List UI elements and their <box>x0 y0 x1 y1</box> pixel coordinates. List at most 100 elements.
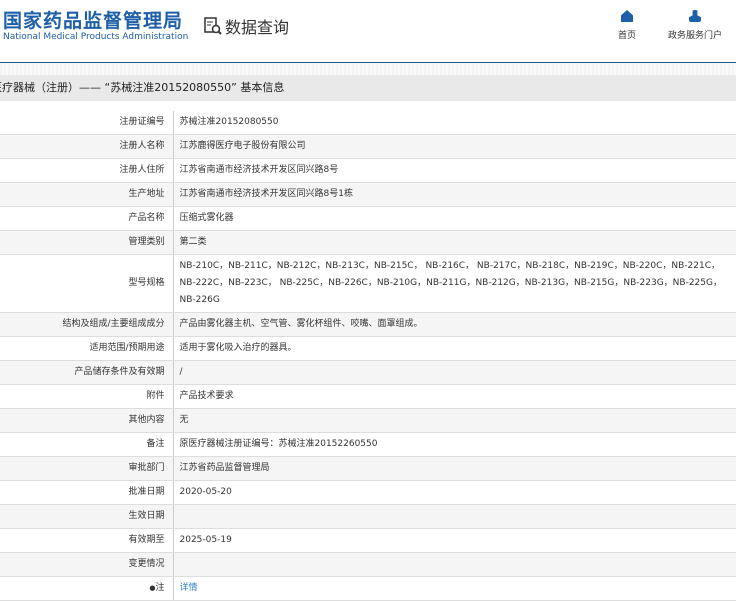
row-label-text: 变更情况 <box>128 559 165 569</box>
row-label-text: 注册人住所 <box>119 165 165 175</box>
nav-portal-label: 政务服务门户 <box>667 31 722 41</box>
table-row: 注册人住所 江苏省南通市经济技术开发区同兴路8号 <box>0 158 736 183</box>
row-value-text: 压缩式雾化器 <box>179 213 234 223</box>
row-value: 产品技术要求 <box>173 384 736 409</box>
row-label: 结构及组成/主要组成成分 <box>0 312 174 337</box>
row-label-text: 注 <box>155 583 165 593</box>
row-value: 无 <box>173 408 736 433</box>
row-label-text: 产品储存条件及有效期 <box>74 367 165 377</box>
table-row: 生效日期 <box>0 504 736 529</box>
page-title: 医疗器械（注册）—— “苏械注准20152080550” 基本信息 <box>0 75 736 101</box>
row-label: 批准日期 <box>0 480 174 505</box>
nav-home[interactable]: 首页 <box>612 10 642 41</box>
table-row: 型号规格 NB-210C，NB-211C，NB-212C，NB-213C，NB-2… <box>0 254 736 313</box>
table-row: 其他内容 无 <box>0 408 736 433</box>
table-row: ●注 详情 <box>0 576 736 601</box>
row-label: 型号规格 <box>0 254 174 313</box>
row-label: 注册人名称 <box>0 134 174 159</box>
info-table: 注册证编号 苏械注准20152080550 注册人名称 江苏鹿得医疗电子股份有限公司注… <box>0 111 736 601</box>
row-label-text: 生产地址 <box>128 189 165 199</box>
nav-service-portal[interactable]: 政务服务门户 <box>664 10 726 41</box>
row-label: 注册人住所 <box>0 158 174 183</box>
row-value-text: NB-210C，NB-211C，NB-212C，NB-213C，NB-215C，… <box>179 261 722 305</box>
table-row: 适用范围/预期用途 适用于雾化吸入治疗的器具。 <box>0 336 736 361</box>
row-value: 2020-05-20 <box>173 480 736 505</box>
user-icon <box>689 10 701 22</box>
row-label-text: 管理类别 <box>128 237 165 247</box>
nav-home-label: 首页 <box>617 31 636 41</box>
divider-stripe <box>0 63 736 75</box>
row-value-text: 产品由雾化器主机、空气管、雾化杯组件、咬嘴、面罩组成。 <box>179 319 423 329</box>
row-value-text: 无 <box>179 415 189 425</box>
row-value-text: 第二类 <box>179 237 207 247</box>
table-row: 生产地址 江苏省南通市经济技术开发区同兴路8号1栋 <box>0 182 736 207</box>
table-row: 审批部门 江苏省药品监督管理局 <box>0 456 736 481</box>
table-row: 产品名称 压缩式雾化器 <box>0 206 736 231</box>
row-label: 生效日期 <box>0 504 174 529</box>
row-label-text: 其他内容 <box>128 415 165 425</box>
row-label-text: 审批部门 <box>128 463 165 473</box>
table-row: 管理类别 第二类 <box>0 230 736 255</box>
row-value: 江苏省药品监督管理局 <box>173 456 736 481</box>
row-value: 原医疗器械注册证编号：苏械注准20152260550 <box>173 432 736 457</box>
table-row: 变更情况 <box>0 552 736 577</box>
row-value <box>173 552 736 577</box>
row-value-text: 江苏省南通市经济技术开发区同兴路8号1栋 <box>179 189 353 199</box>
row-label-text: 适用范围/预期用途 <box>89 343 165 353</box>
row-value-text: 江苏省南通市经济技术开发区同兴路8号 <box>179 165 339 175</box>
data-query-title: 数据查询 <box>203 14 289 38</box>
row-value: 适用于雾化吸入治疗的器具。 <box>173 336 736 361</box>
data-query-label: 数据查询 <box>225 18 290 37</box>
row-value: 江苏省南通市经济技术开发区同兴路8号1栋 <box>173 182 736 207</box>
table-row: 有效期至 2025-05-19 <box>0 528 736 553</box>
row-value: 苏械注准20152080550 <box>173 111 736 135</box>
row-label-text: 批准日期 <box>128 487 165 497</box>
row-label: 管理类别 <box>0 230 174 255</box>
row-label: ●注 <box>0 576 174 601</box>
logo-title[interactable]: 国家药品监督管理局 <box>3 6 183 33</box>
row-label: 附件 <box>0 384 174 409</box>
row-value-text: 2020-05-20 <box>179 487 232 497</box>
row-value-text: 江苏省药品监督管理局 <box>179 463 270 473</box>
row-value-text: 原医疗器械注册证编号：苏械注准20152260550 <box>179 439 378 449</box>
row-label-text: 注册证编号 <box>119 117 165 127</box>
row-value: 详情 <box>173 576 736 601</box>
row-value: 2025-05-19 <box>173 528 736 553</box>
row-value-text: 2025-05-19 <box>179 535 232 545</box>
row-value <box>173 504 736 529</box>
row-label: 产品储存条件及有效期 <box>0 360 174 385</box>
table-row: 产品储存条件及有效期 / <box>0 360 736 385</box>
row-label: 审批部门 <box>0 456 174 481</box>
details-link[interactable]: 详情 <box>180 583 198 593</box>
row-value: 江苏鹿得医疗电子股份有限公司 <box>173 134 736 159</box>
row-value-text: 产品技术要求 <box>179 391 234 401</box>
document-search-icon <box>204 17 222 35</box>
row-value: 江苏省南通市经济技术开发区同兴路8号 <box>173 158 736 183</box>
row-value-text: 江苏鹿得医疗电子股份有限公司 <box>179 141 306 151</box>
row-label: 其他内容 <box>0 408 174 433</box>
row-label-text: 产品名称 <box>128 213 165 223</box>
row-label-text: 型号规格 <box>128 278 165 288</box>
row-label: 产品名称 <box>0 206 174 231</box>
row-value: 压缩式雾化器 <box>173 206 736 231</box>
row-value: 第二类 <box>173 230 736 255</box>
row-label-text: 生效日期 <box>128 511 165 521</box>
row-label: 备注 <box>0 432 174 457</box>
row-label-text: 有效期至 <box>128 535 165 545</box>
table-row: 批准日期 2020-05-20 <box>0 480 736 505</box>
header: 国家药品监督管理局 National Medical Products Admi… <box>0 0 736 63</box>
row-label: 变更情况 <box>0 552 174 577</box>
row-label: 生产地址 <box>0 182 174 207</box>
row-value-text: / <box>179 367 183 377</box>
logo-subtitle: National Medical Products Administration <box>3 32 189 42</box>
row-label-text: 附件 <box>146 391 165 401</box>
page-title-text: 医疗器械（注册）—— “苏械注准20152080550” 基本信息 <box>0 81 285 94</box>
row-value-text: 适用于雾化吸入治疗的器具。 <box>179 343 297 353</box>
row-label: 有效期至 <box>0 528 174 553</box>
table-row: 注册证编号 苏械注准20152080550 <box>0 111 736 135</box>
row-value: / <box>173 360 736 385</box>
table-row: 备注 原医疗器械注册证编号：苏械注准20152260550 <box>0 432 736 457</box>
table-row: 附件 产品技术要求 <box>0 384 736 409</box>
row-label: 适用范围/预期用途 <box>0 336 174 361</box>
row-label-text: 备注 <box>146 439 165 449</box>
